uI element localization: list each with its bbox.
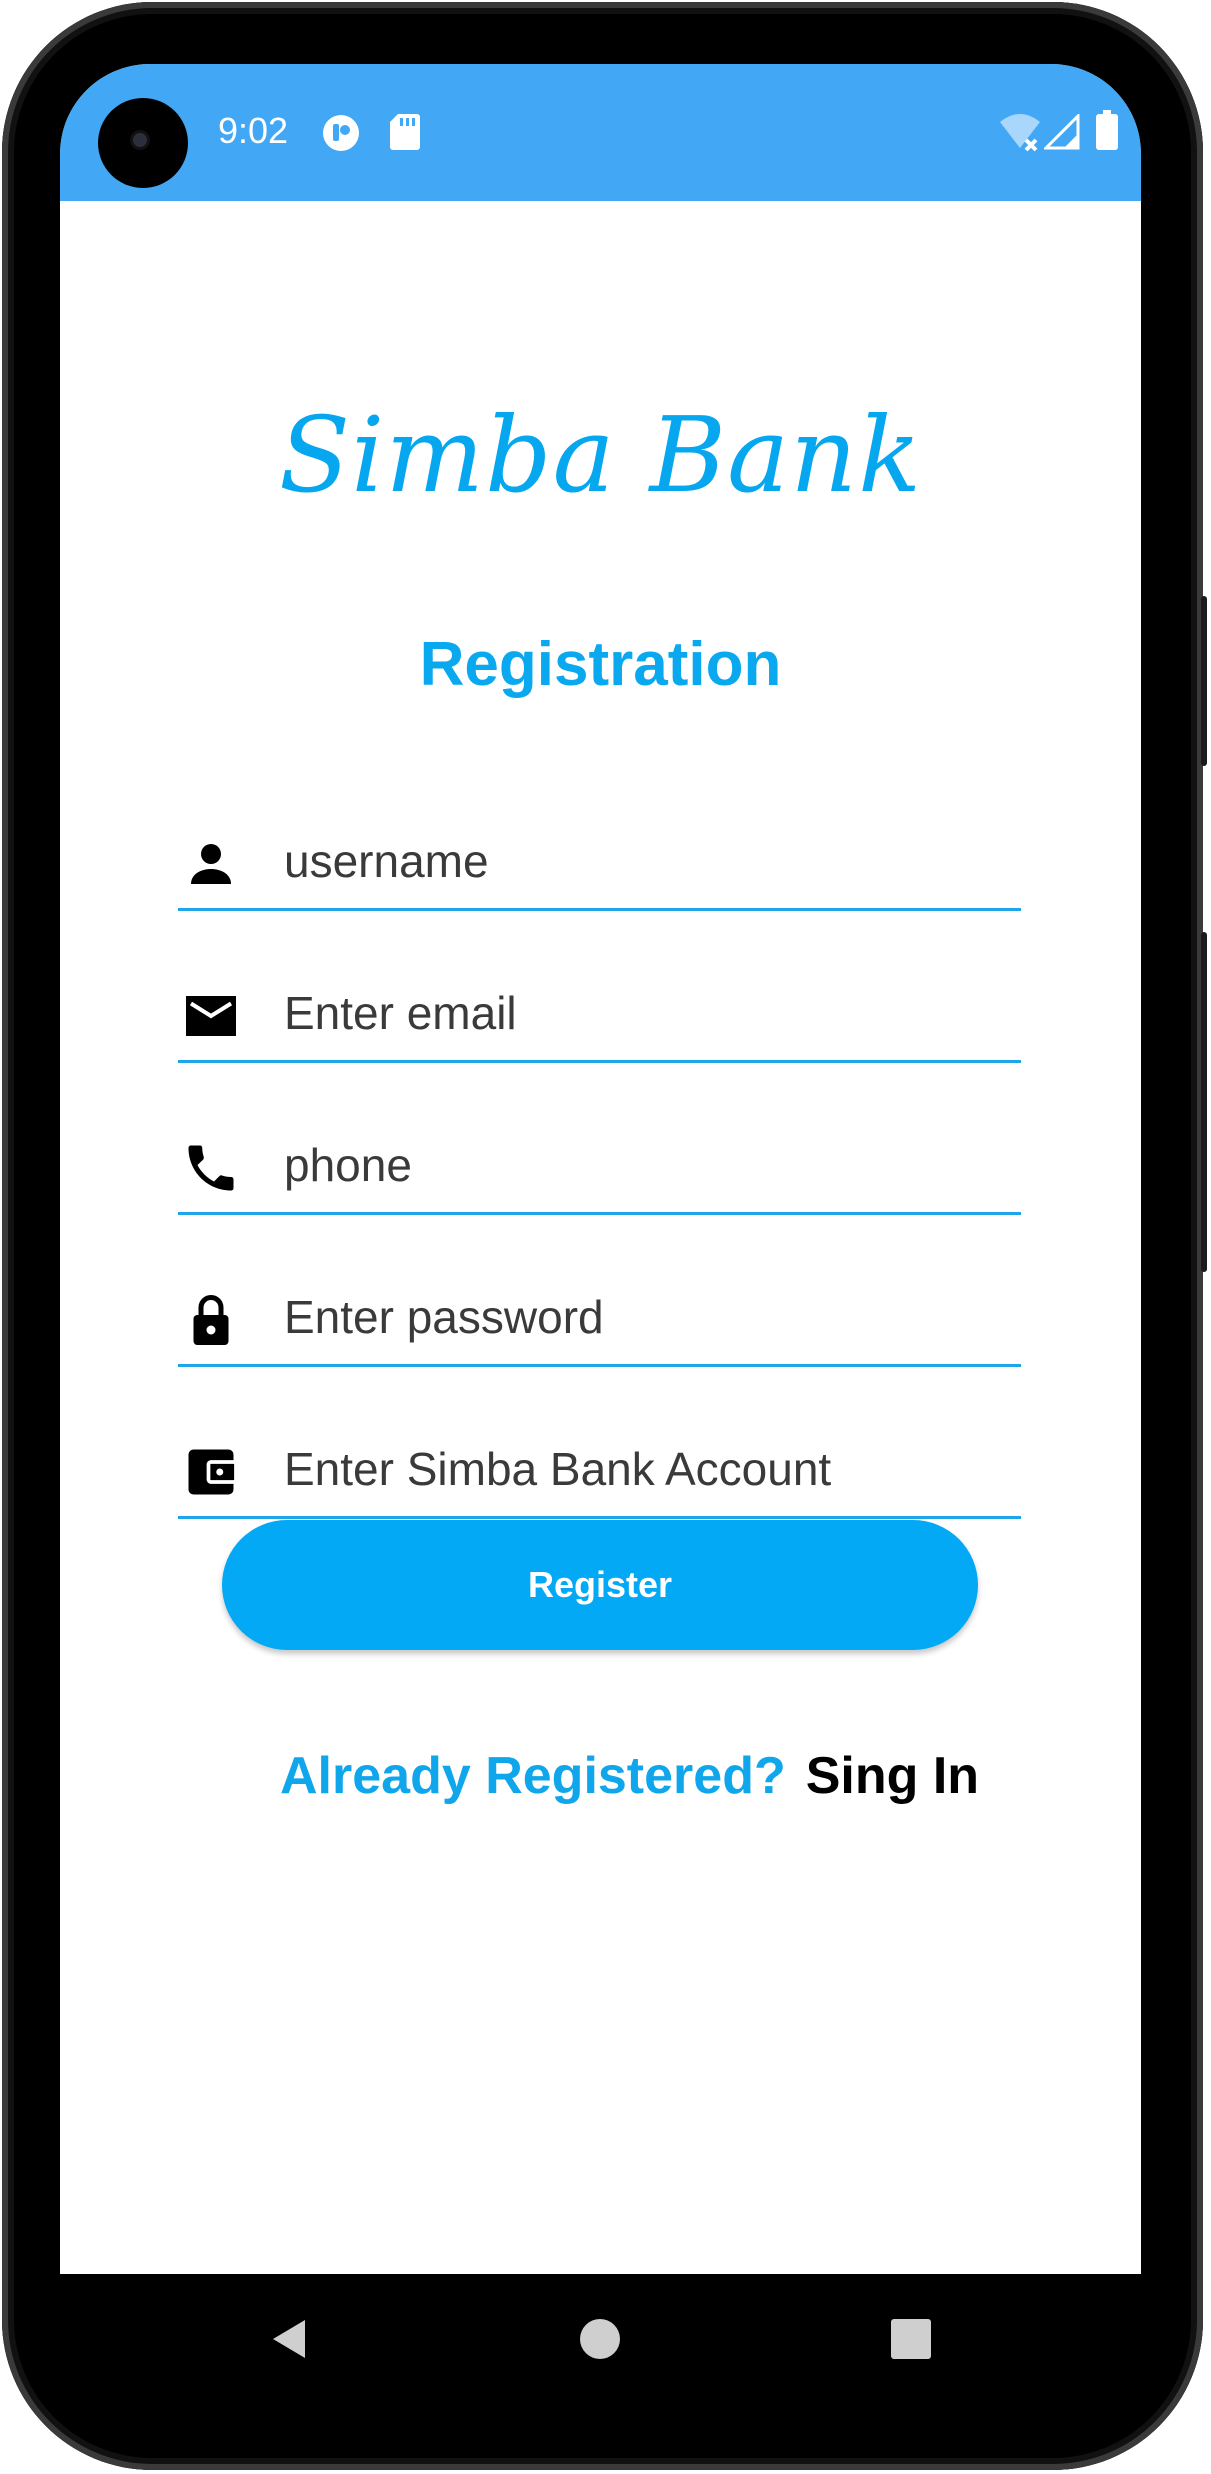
already-registered-label: Already Registered? — [280, 1747, 786, 1805]
email-field — [178, 968, 1021, 1063]
recents-icon[interactable] — [886, 2314, 936, 2364]
sd-card-icon — [390, 114, 420, 155]
app-title: Simba Bank — [278, 394, 923, 516]
camera-lens — [133, 133, 147, 147]
sign-in-link[interactable]: Sing In — [806, 1747, 979, 1805]
phone-icon — [181, 1138, 241, 1198]
battery-icon — [1096, 110, 1118, 155]
home-icon[interactable] — [575, 2314, 625, 2364]
wifi-off-icon — [998, 112, 1042, 157]
account-input[interactable] — [284, 1436, 1004, 1502]
app-screen: 9:02 Simba Bank Registration username En… — [60, 64, 1141, 2274]
app-notification-icon — [322, 114, 360, 157]
password-field — [178, 1272, 1021, 1367]
username-field — [178, 816, 1021, 911]
password-input[interactable] — [284, 1284, 1004, 1350]
back-icon[interactable] — [265, 2314, 315, 2364]
front-camera — [98, 98, 188, 188]
status-time: 9:02 — [218, 110, 289, 151]
volume-button — [1201, 932, 1207, 1272]
lock-icon — [181, 1290, 241, 1350]
signin-row: Already Registered? Sing In — [280, 1746, 979, 1816]
email-icon — [181, 986, 241, 1046]
navigation-bar — [60, 2274, 1141, 2404]
phone-input[interactable] — [284, 1132, 1004, 1198]
registration-heading: Registration — [419, 630, 782, 699]
phone-field — [178, 1120, 1021, 1215]
wallet-icon — [181, 1442, 241, 1502]
username-input[interactable] — [284, 828, 1004, 894]
cell-signal-icon — [1042, 112, 1080, 155]
person-icon — [181, 834, 241, 894]
register-button[interactable]: Register — [222, 1520, 978, 1650]
email-input[interactable] — [284, 980, 1004, 1046]
power-button — [1201, 596, 1207, 766]
account-field — [178, 1424, 1021, 1519]
status-bar: 9:02 — [60, 64, 1141, 201]
